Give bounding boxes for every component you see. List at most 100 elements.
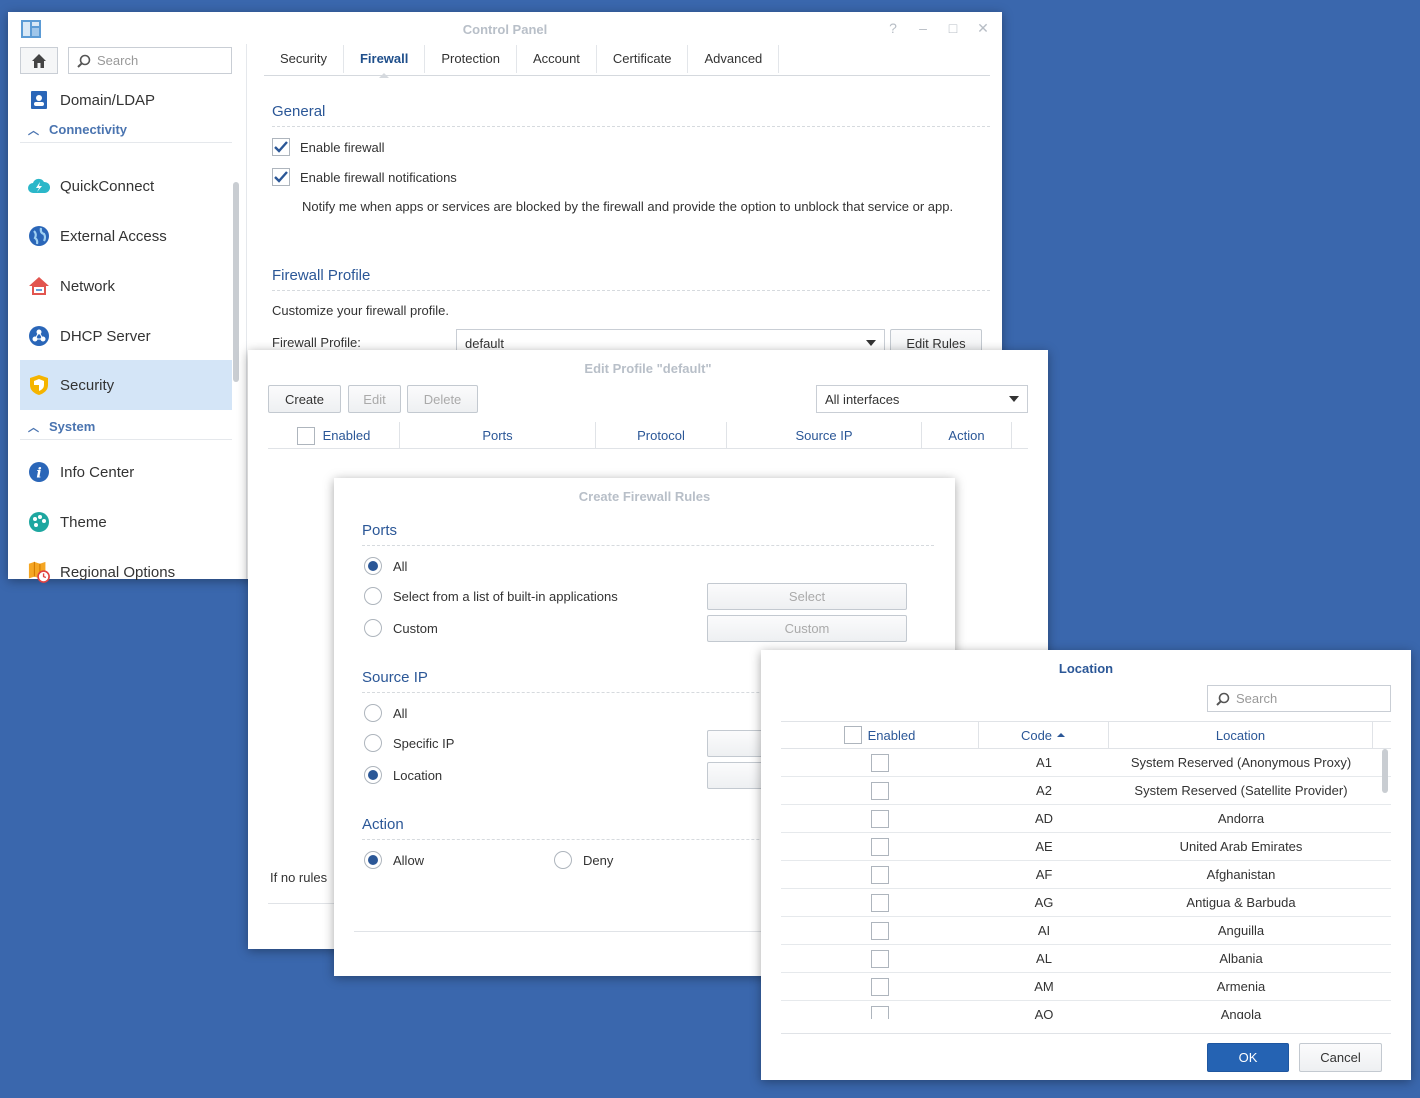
sidebar-item-info-center[interactable]: i Info Center: [20, 448, 232, 496]
source-all-radio[interactable]: [364, 704, 382, 722]
select-all-checkbox[interactable]: [296, 426, 315, 445]
home-button[interactable]: [20, 47, 58, 74]
ok-button[interactable]: OK: [1207, 1043, 1289, 1072]
location-row[interactable]: AO Angola: [781, 1001, 1391, 1019]
interfaces-value: All interfaces: [825, 391, 900, 407]
sidebar-item-security[interactable]: Security: [20, 360, 232, 410]
row-enabled-checkbox[interactable]: [871, 781, 889, 800]
row-enabled-checkbox[interactable]: [871, 753, 889, 772]
column-source-ip[interactable]: Source IP: [727, 422, 922, 449]
search-icon: [77, 54, 91, 68]
enable-firewall-checkbox[interactable]: [272, 138, 290, 156]
close-icon[interactable]: ✕: [976, 20, 990, 37]
tab-certificate[interactable]: Certificate: [597, 45, 689, 73]
minimize-icon[interactable]: –: [916, 20, 930, 37]
tab-security[interactable]: Security: [264, 45, 344, 73]
tab-advanced[interactable]: Advanced: [688, 45, 780, 73]
cancel-button[interactable]: Cancel: [1299, 1043, 1382, 1072]
footer-divider: [781, 1033, 1391, 1034]
sidebar-item-quickconnect[interactable]: QuickConnect: [20, 162, 232, 210]
location-row[interactable]: A2 System Reserved (Satellite Provider): [781, 777, 1391, 805]
sidebar-item-network[interactable]: Network: [20, 262, 232, 310]
row-enabled-checkbox[interactable]: [871, 949, 889, 968]
enable-notifications-checkbox[interactable]: [272, 168, 290, 186]
sidebar-item-external-access[interactable]: External Access: [20, 212, 232, 260]
sidebar-item-regional-options[interactable]: Regional Options: [20, 548, 232, 596]
column-location[interactable]: Location: [1109, 722, 1373, 748]
ports-all-radio[interactable]: [364, 557, 382, 575]
row-location-name: System Reserved (Satellite Provider): [1134, 783, 1348, 798]
ports-builtin-option[interactable]: Select from a list of built-in applicati…: [364, 587, 618, 605]
row-enabled-checkbox[interactable]: [871, 1005, 889, 1019]
action-deny-option[interactable]: Deny: [554, 851, 613, 869]
network-icon: [28, 275, 50, 297]
row-enabled-checkbox[interactable]: [871, 921, 889, 940]
ports-custom-option[interactable]: Custom: [364, 619, 438, 637]
maximize-icon[interactable]: □: [946, 20, 960, 37]
action-allow-option[interactable]: Allow: [364, 851, 424, 869]
ports-custom-radio[interactable]: [364, 619, 382, 637]
column-code[interactable]: Code: [979, 722, 1109, 748]
edit-button[interactable]: Edit: [348, 385, 401, 413]
row-enabled-cell: [781, 893, 979, 912]
location-row[interactable]: A1 System Reserved (Anonymous Proxy): [781, 749, 1391, 777]
column-ports[interactable]: Ports: [400, 422, 596, 449]
custom-ports-button[interactable]: Custom: [707, 615, 907, 642]
enable-firewall-row[interactable]: Enable firewall: [272, 138, 385, 156]
location-row[interactable]: AE United Arab Emirates: [781, 833, 1391, 861]
location-row[interactable]: AI Anguilla: [781, 917, 1391, 945]
sidebar-category-connectivity[interactable]: ︿ Connectivity: [20, 117, 232, 143]
ports-all-option[interactable]: All: [364, 557, 407, 575]
create-button[interactable]: Create: [268, 385, 341, 413]
domain-ldap-icon: [28, 89, 50, 111]
row-location-name: Andorra: [1217, 811, 1265, 826]
location-search-input[interactable]: Search: [1207, 685, 1391, 712]
sidebar-search-input[interactable]: Search: [68, 47, 232, 74]
source-location-option[interactable]: Location: [364, 766, 442, 784]
row-enabled-checkbox[interactable]: [871, 893, 889, 912]
tab-firewall[interactable]: Firewall: [344, 45, 426, 78]
row-enabled-cell: [781, 921, 979, 940]
select-all-checkbox[interactable]: [843, 726, 862, 744]
delete-button[interactable]: Delete: [407, 385, 478, 413]
column-protocol[interactable]: Protocol: [596, 422, 727, 449]
sidebar-category-system[interactable]: ︿ System: [20, 414, 232, 440]
action-deny-radio[interactable]: [554, 851, 572, 869]
sidebar-scrollbar[interactable]: [233, 182, 239, 382]
sidebar-item-dhcp-server[interactable]: DHCP Server: [20, 312, 232, 360]
dropdown-arrow-icon: [866, 340, 876, 346]
location-row[interactable]: AG Antigua & Barbuda: [781, 889, 1391, 917]
location-scrollbar[interactable]: [1382, 749, 1388, 793]
location-row[interactable]: AF Afghanistan: [781, 861, 1391, 889]
action-allow-radio[interactable]: [364, 851, 382, 869]
location-button[interactable]: [707, 762, 767, 789]
column-enabled[interactable]: Enabled: [268, 422, 400, 449]
notify-description: Notify me when apps or services are bloc…: [302, 199, 954, 214]
select-apps-button[interactable]: Select: [707, 583, 907, 610]
enable-notifications-row[interactable]: Enable firewall notifications: [272, 168, 457, 186]
source-all-option[interactable]: All: [364, 704, 407, 722]
row-code: A2: [1036, 783, 1052, 798]
row-enabled-checkbox[interactable]: [871, 837, 889, 856]
row-enabled-checkbox[interactable]: [871, 865, 889, 884]
row-enabled-checkbox[interactable]: [871, 977, 889, 996]
specific-ip-button[interactable]: [707, 730, 767, 757]
tab-protection[interactable]: Protection: [425, 45, 517, 73]
sidebar-item-label: Info Center: [60, 463, 135, 481]
category-label: System: [49, 419, 96, 434]
help-icon[interactable]: ?: [886, 20, 900, 37]
sidebar-item-theme[interactable]: Theme: [20, 498, 232, 546]
column-action[interactable]: Action: [922, 422, 1012, 449]
row-enabled-checkbox[interactable]: [871, 809, 889, 828]
tab-account[interactable]: Account: [517, 45, 597, 73]
source-specific-radio[interactable]: [364, 734, 382, 752]
source-specific-option[interactable]: Specific IP: [364, 734, 454, 752]
row-code: AE: [1035, 839, 1053, 854]
ports-builtin-radio[interactable]: [364, 587, 382, 605]
interfaces-select[interactable]: All interfaces: [816, 385, 1028, 413]
location-row[interactable]: AD Andorra: [781, 805, 1391, 833]
source-location-radio[interactable]: [364, 766, 382, 784]
location-row[interactable]: AL Albania: [781, 945, 1391, 973]
column-enabled[interactable]: Enabled: [781, 722, 979, 748]
location-row[interactable]: AM Armenia: [781, 973, 1391, 1001]
